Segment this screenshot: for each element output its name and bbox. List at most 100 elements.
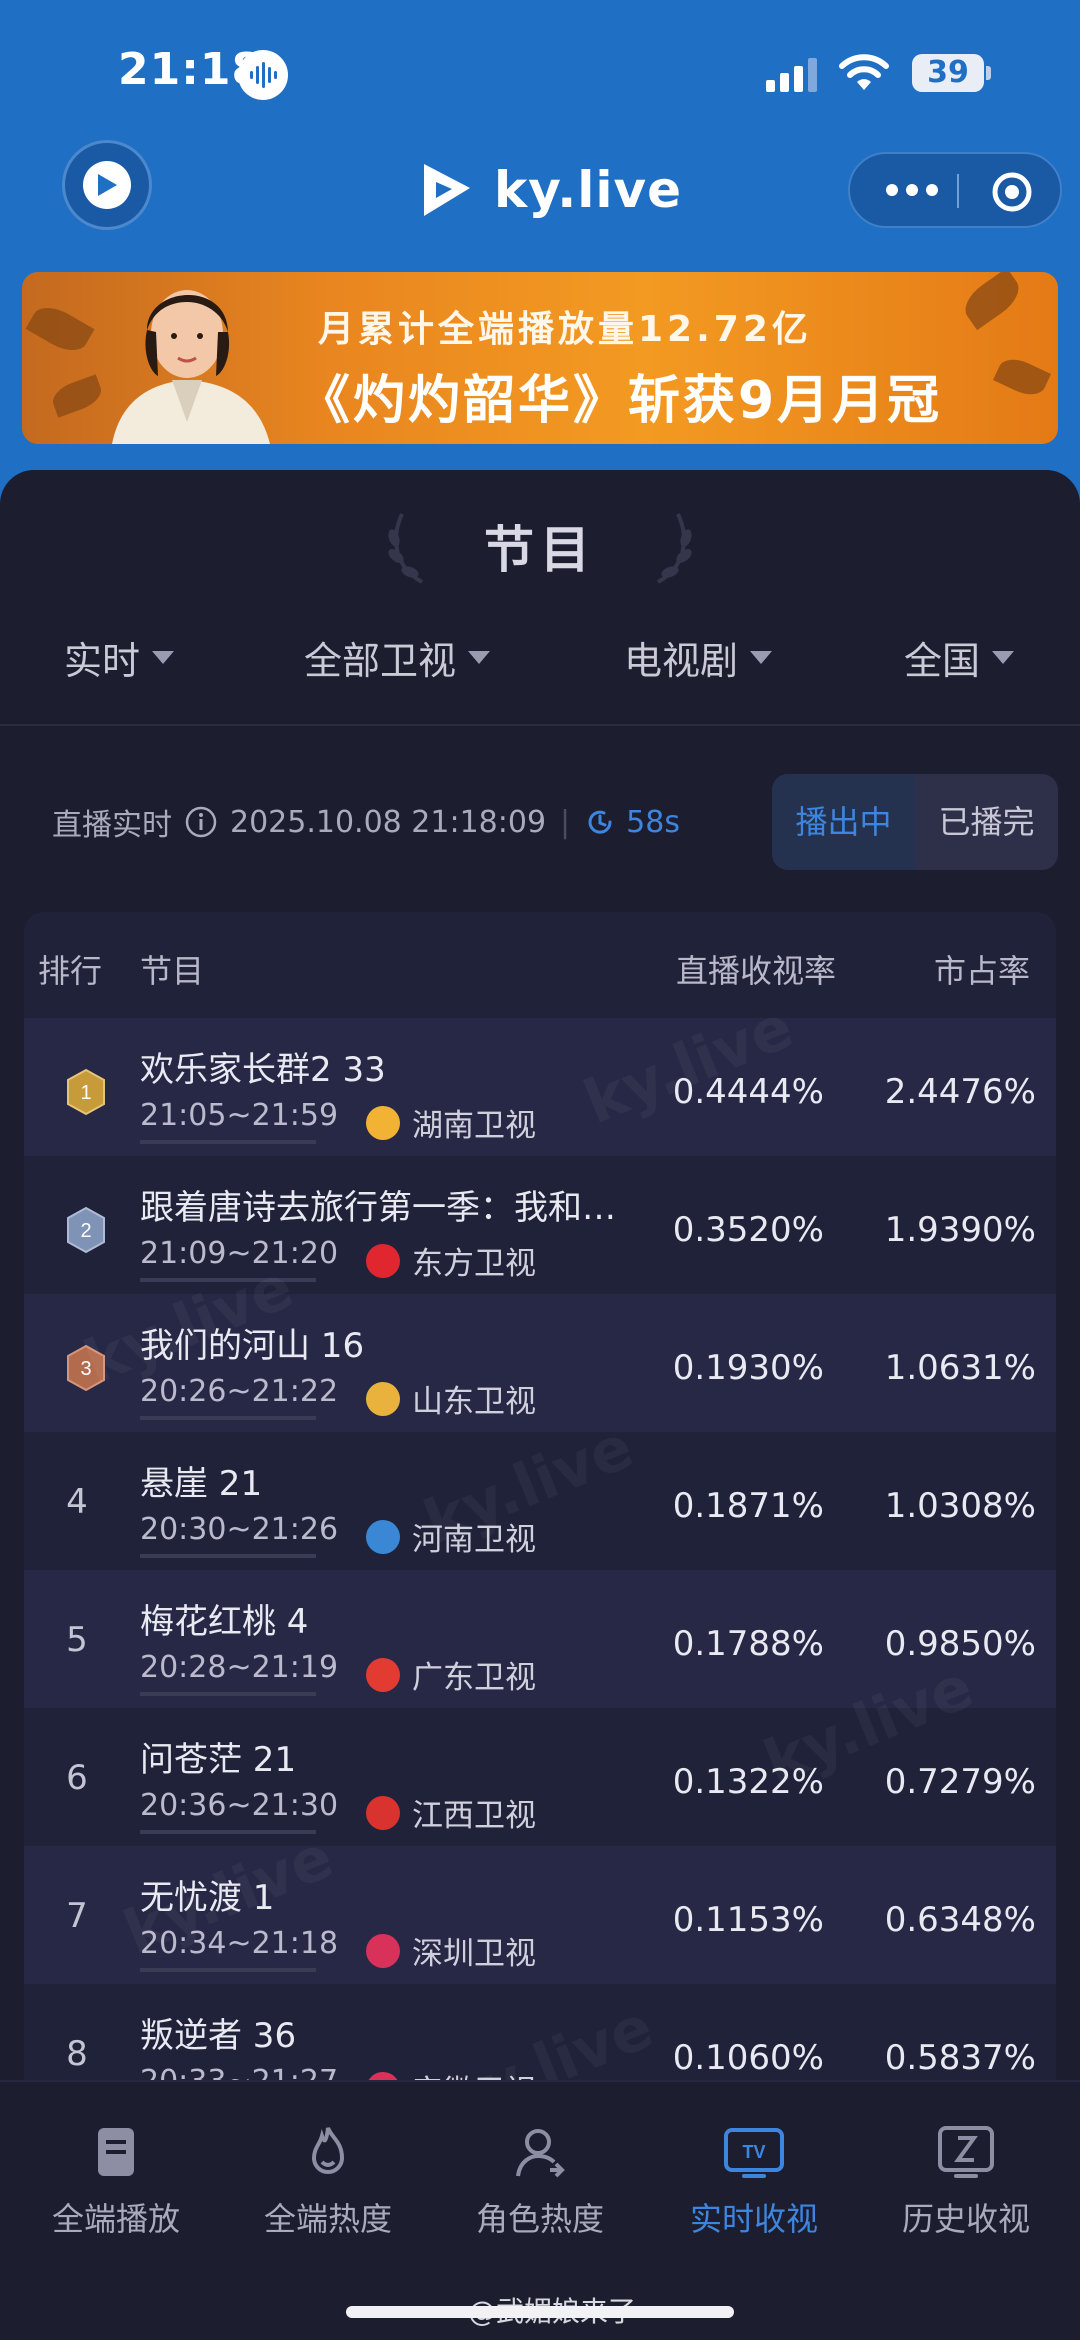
home-indicator[interactable] <box>346 2306 734 2318</box>
program-time: 21:05~21:59 <box>140 1098 339 1133</box>
filter-label: 实时 <box>64 639 141 683</box>
history-icon <box>938 2126 994 2178</box>
rank-number: 5 <box>66 1620 88 1660</box>
close-miniapp-icon[interactable] <box>990 170 1034 214</box>
program-time: 20:30~21:26 <box>140 1512 339 1547</box>
live-rating: 0.1153% <box>672 1900 824 1940</box>
program-time: 20:34~21:18 <box>140 1926 339 1961</box>
tab-history-ratings[interactable]: 历史收视 <box>858 2122 1074 2240</box>
live-rating: 0.1788% <box>672 1624 824 1664</box>
leaf-decoration <box>25 299 95 359</box>
status-bar: 21:18 39 <box>0 0 1080 140</box>
tab-on-air[interactable]: 播出中 <box>772 774 915 870</box>
program-name: 欢乐家长群2 33 <box>140 1050 386 1090</box>
program-time: 20:26~21:22 <box>140 1374 339 1409</box>
tab-finished[interactable]: 已播完 <box>915 774 1058 870</box>
market-share: 0.5837% <box>884 2038 1036 2078</box>
market-share: 1.0308% <box>884 1486 1036 1526</box>
filter-channel-dropdown[interactable]: 全部卫视 <box>304 630 491 685</box>
channel-name: 广东卫视 <box>412 1660 536 1696</box>
live-rating: 0.3520% <box>672 1210 824 1250</box>
program-progress-bar <box>140 1416 316 1420</box>
promo-banner[interactable]: 月累计全端播放量12.72亿 《灼灼韶华》斩获9月月冠 <box>22 272 1058 444</box>
app-home-button[interactable] <box>62 140 152 230</box>
rank-number: 3 <box>80 1358 91 1380</box>
refresh-countdown[interactable]: 58s <box>584 805 680 840</box>
brand-name: ky.live <box>494 161 683 219</box>
table-row[interactable]: 4 悬崖 21 20:30~21:26 河南卫视 0.1871% 1.0308% <box>24 1432 1056 1570</box>
filter-time-dropdown[interactable]: 实时 <box>64 630 175 685</box>
channel: 深圳卫视 <box>366 1928 536 1973</box>
caret-down-icon <box>750 651 773 664</box>
channel-name: 山东卫视 <box>412 1384 536 1420</box>
program-name: 问苍茫 21 <box>140 1740 297 1780</box>
program-progress-bar <box>140 1692 316 1696</box>
more-icon[interactable] <box>878 154 946 226</box>
filter-region-dropdown[interactable]: 全国 <box>904 630 1015 685</box>
channel-logo-icon <box>366 1657 400 1692</box>
leaf-decoration <box>957 272 1027 331</box>
program-name: 叛逆者 36 <box>140 2016 297 2056</box>
tab-realtime-ratings[interactable]: TV 实时收视 <box>646 2122 862 2240</box>
svg-text:TV: TV <box>742 2142 765 2162</box>
live-rating: 0.1322% <box>672 1762 824 1802</box>
brand: ky.live <box>414 150 682 230</box>
live-rating: 0.4444% <box>672 1072 824 1112</box>
flame-icon <box>311 2122 345 2174</box>
table-row[interactable]: 5 梅花红桃 4 20:28~21:19 广东卫视 0.1788% 0.9850… <box>24 1570 1056 1708</box>
tab-label: 全端播放 <box>51 2200 180 2238</box>
program-name: 悬崖 21 <box>140 1464 263 1504</box>
market-share: 0.7279% <box>884 1762 1036 1802</box>
tab-label: 实时收视 <box>689 2200 818 2238</box>
refresh-icon <box>588 810 612 834</box>
table-row[interactable]: 3 我们的河山 16 20:26~21:22 山东卫视 0.1930% 1.06… <box>24 1294 1056 1432</box>
rank-number: 7 <box>66 1896 88 1936</box>
program-progress-bar <box>140 1554 316 1558</box>
tab-label: 历史收视 <box>901 2200 1030 2238</box>
channel-name: 深圳卫视 <box>412 1936 536 1972</box>
tab-all-platform-heat[interactable]: 全端热度 <box>220 2122 436 2240</box>
channel: 河南卫视 <box>366 1514 536 1559</box>
program-progress-bar <box>140 1278 316 1282</box>
channel: 湖南卫视 <box>366 1100 536 1145</box>
program-progress-bar <box>140 1968 316 1972</box>
channel-name: 湖南卫视 <box>412 1108 536 1144</box>
table-row[interactable]: 7 无忧渡 1 20:34~21:18 深圳卫视 0.1153% 0.6348% <box>24 1846 1056 1984</box>
tab-role-heat[interactable]: 角色热度 <box>432 2122 648 2240</box>
caret-down-icon <box>152 651 175 664</box>
filter-genre-dropdown[interactable]: 电视剧 <box>624 630 773 685</box>
table-row[interactable]: 2 跟着唐诗去旅行第一季：我和… 21:09~21:20 东方卫视 0.3520… <box>24 1156 1056 1294</box>
rank-number: 4 <box>66 1482 88 1522</box>
rank-number: 6 <box>66 1758 88 1798</box>
signal-icon <box>766 58 817 92</box>
info-icon[interactable] <box>184 805 218 839</box>
separator: | <box>560 804 571 840</box>
rank-number: 2 <box>80 1220 91 1242</box>
leaf-decoration <box>993 352 1051 402</box>
divider <box>0 724 1080 726</box>
capsule-divider <box>957 174 959 208</box>
live-rating: 0.1060% <box>672 2038 824 2078</box>
live-rating: 0.1871% <box>672 1486 824 1526</box>
table-row[interactable]: 1 欢乐家长群2 33 21:05~21:59 湖南卫视 0.4444% 2.4… <box>24 1018 1056 1156</box>
channel: 广东卫视 <box>366 1652 536 1697</box>
live-rating: 0.1930% <box>672 1348 824 1388</box>
live-timestamp: 2025.10.08 21:18:09 <box>230 804 547 840</box>
program-name: 我们的河山 16 <box>140 1326 365 1366</box>
market-share: 2.4476% <box>884 1072 1036 1112</box>
rank-medal-icon: 2 <box>67 1206 105 1254</box>
channel-logo-icon <box>366 1795 400 1830</box>
channel-logo-icon <box>366 1933 400 1968</box>
miniapp-capsule <box>848 152 1062 228</box>
header-rank: 排行 <box>38 952 103 990</box>
book-icon <box>98 2128 134 2176</box>
table-row[interactable]: 6 问苍茫 21 20:36~21:30 江西卫视 0.1322% 0.7279… <box>24 1708 1056 1846</box>
rank-medal-icon: 3 <box>67 1344 105 1392</box>
market-share: 1.0631% <box>884 1348 1036 1388</box>
channel: 东方卫视 <box>366 1238 536 1283</box>
header-rating: 直播收视率 <box>676 952 837 990</box>
battery-indicator: 39 <box>912 54 984 92</box>
tv-icon: TV <box>724 2128 784 2178</box>
tab-all-platform-plays[interactable]: 全端播放 <box>8 2122 224 2240</box>
ky-logo-icon <box>424 164 470 216</box>
